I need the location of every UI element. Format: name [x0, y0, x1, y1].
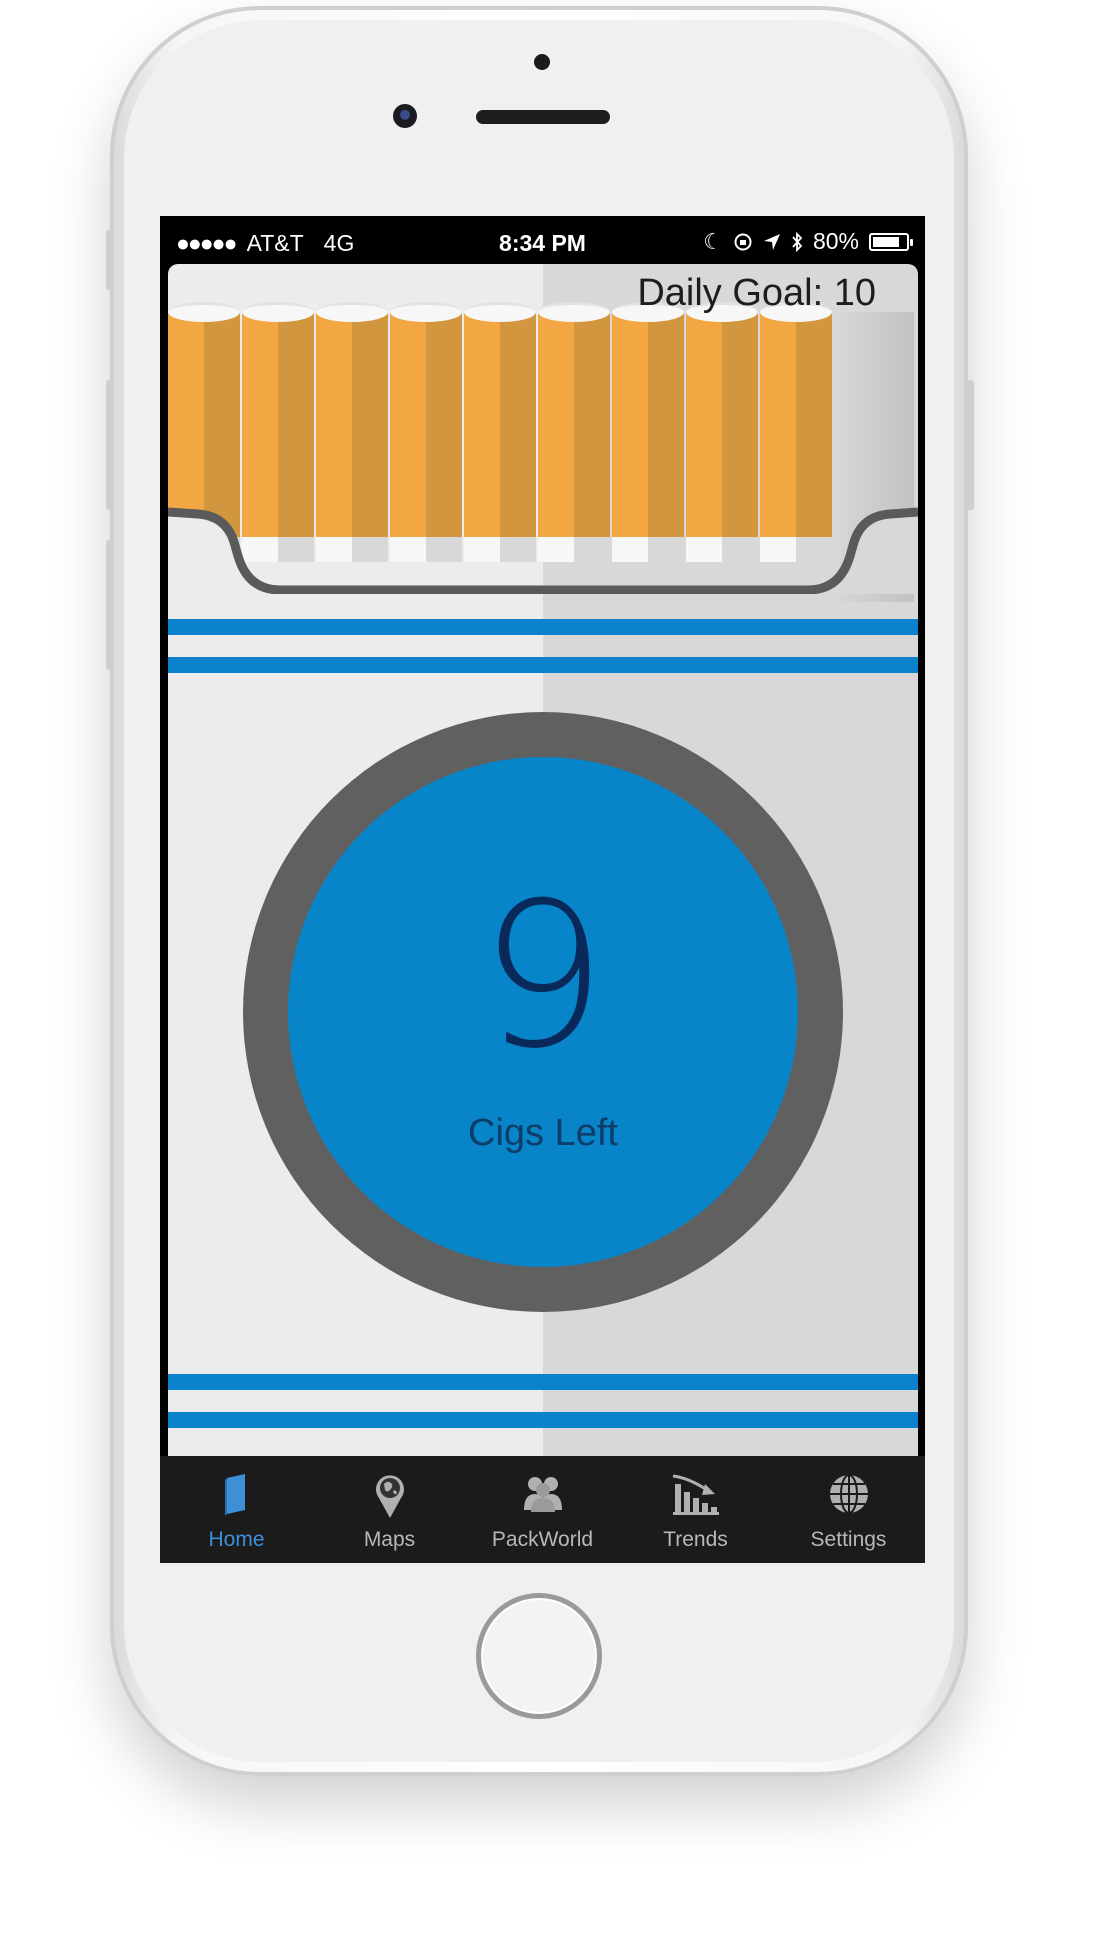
tab-bar: Home Maps PackWorld Trends Settings — [160, 1456, 925, 1563]
cigarette-tip — [538, 302, 610, 322]
volume-down-button — [106, 540, 114, 670]
tab-packworld[interactable]: PackWorld — [466, 1456, 619, 1563]
bottom-stripe-1 — [168, 1374, 918, 1390]
earpiece-speaker — [476, 110, 610, 124]
cigs-left-count: 9 — [479, 860, 607, 1093]
cigs-left-label: Cigs Left — [468, 1112, 618, 1154]
cigarette-pack: Daily Goal: 10 9 Cigs Left — [168, 264, 918, 1456]
book-icon — [224, 1474, 245, 1516]
trend-chart-icon — [672, 1474, 719, 1515]
app-screen: ●●●●● AT&T 4G 8:34 PM ☾ 80% Daily Goal: … — [160, 216, 925, 1563]
status-bar: ●●●●● AT&T 4G 8:34 PM ☾ 80% — [160, 216, 925, 266]
cigarette-tip — [316, 302, 388, 322]
home-button[interactable] — [476, 1593, 602, 1719]
daily-goal-label[interactable]: Daily Goal: 10 — [637, 272, 876, 315]
power-button — [966, 380, 974, 510]
cigarette-tip — [168, 302, 240, 322]
tab-packworld-label: PackWorld — [491, 1528, 594, 1551]
tab-maps-label: Maps — [363, 1528, 416, 1551]
counter-ring[interactable]: 9 Cigs Left — [243, 712, 843, 1312]
rotation-lock-icon — [734, 233, 752, 250]
tab-settings[interactable]: Settings — [772, 1456, 925, 1563]
volume-up-button — [106, 380, 114, 510]
cigarette-tip — [242, 302, 314, 322]
tab-trends-label: Trends — [663, 1528, 728, 1551]
cigarette-tip — [464, 302, 536, 322]
counter-button[interactable]: 9 Cigs Left — [288, 757, 798, 1267]
map-pin-globe-icon — [375, 1475, 404, 1518]
top-stripe-2 — [168, 657, 918, 673]
do-not-disturb-moon-icon: ☾ — [703, 228, 723, 254]
status-indicators: ☾ 80% — [703, 228, 913, 255]
bottom-stripe-2 — [168, 1412, 918, 1428]
pack-flap — [168, 507, 918, 594]
proximity-sensor — [534, 54, 550, 70]
tab-maps[interactable]: Maps — [313, 1456, 466, 1563]
cigarette-tip — [390, 302, 462, 322]
globe-icon — [829, 1474, 868, 1514]
tab-home-label: Home — [208, 1528, 265, 1551]
top-stripe-1 — [168, 619, 918, 635]
mute-switch — [106, 230, 114, 290]
people-icon — [523, 1477, 562, 1512]
tab-settings-label: Settings — [810, 1528, 887, 1551]
tab-trends[interactable]: Trends — [619, 1456, 772, 1563]
location-arrow-icon — [763, 233, 780, 250]
battery-icon — [869, 232, 913, 251]
battery-percentage: 80% — [812, 228, 859, 254]
battery-fill — [873, 236, 899, 247]
front-camera-icon — [393, 104, 417, 128]
bluetooth-icon — [792, 231, 803, 252]
tab-home[interactable]: Home — [160, 1456, 313, 1563]
